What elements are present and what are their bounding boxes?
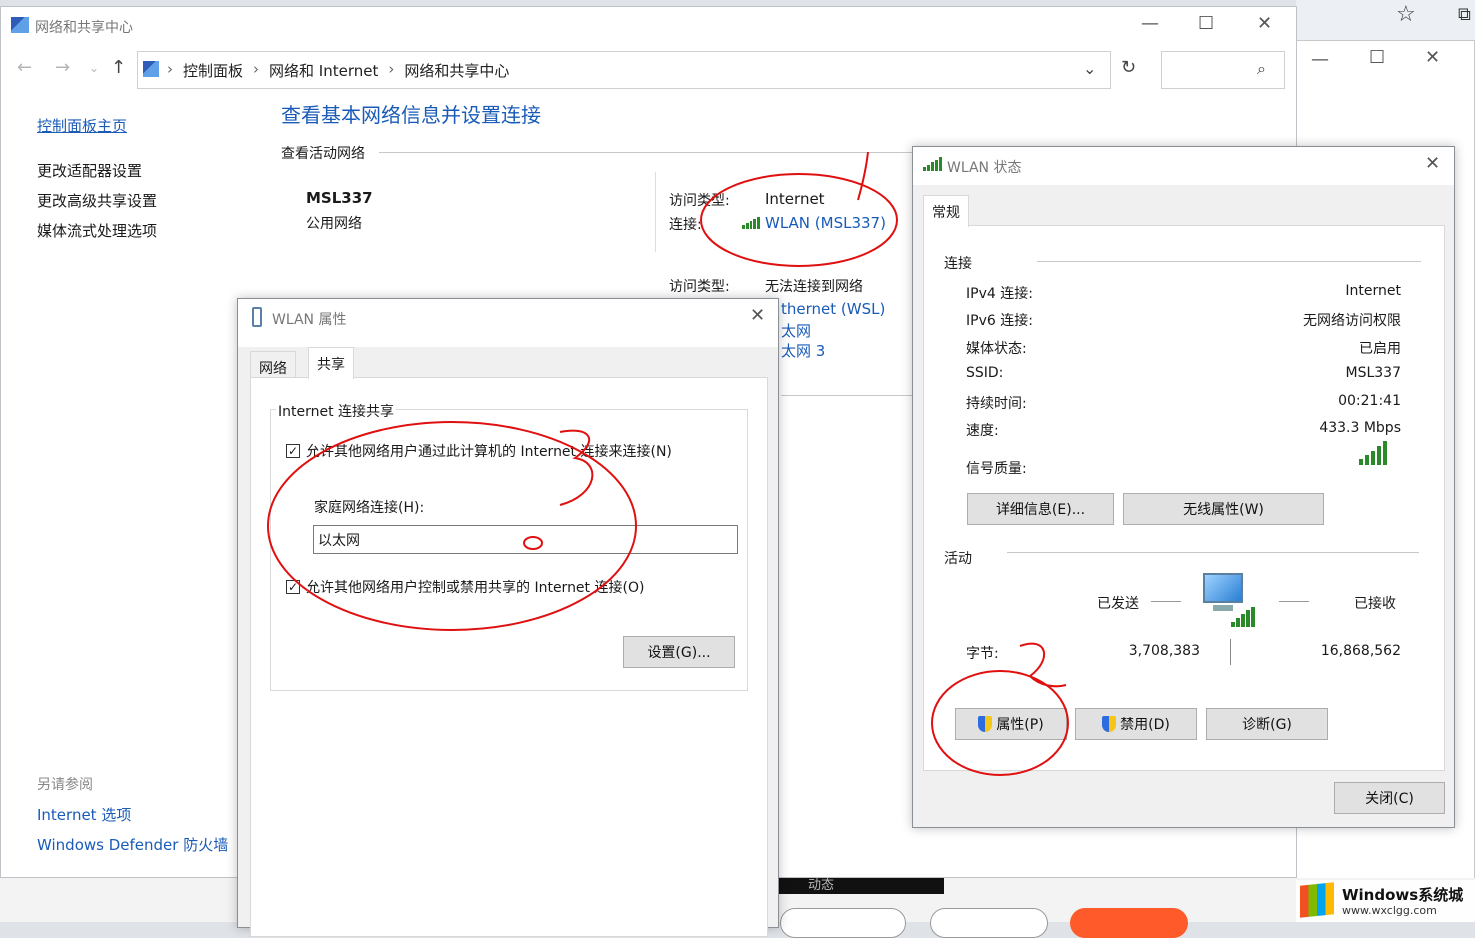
windows-logo-icon xyxy=(1300,882,1334,918)
annotation-number-1 xyxy=(857,151,869,201)
tab-sharing[interactable]: 共享 xyxy=(308,347,354,379)
tab-general[interactable]: 常规 xyxy=(923,195,969,227)
annotation-number-2 xyxy=(1019,642,1067,688)
annotation-number-3 xyxy=(559,429,594,506)
watermark: Windows系统城 www.wxclgg.com xyxy=(1296,880,1475,922)
annotation-layer xyxy=(267,151,1069,776)
annotation-circle-properties xyxy=(931,670,1069,776)
annotation-dot xyxy=(523,536,543,550)
watermark-brand: Windows系统城 xyxy=(1342,886,1464,904)
watermark-url: www.wxclgg.com xyxy=(1342,904,1437,917)
annotation-circle-wlan-link xyxy=(700,173,898,267)
